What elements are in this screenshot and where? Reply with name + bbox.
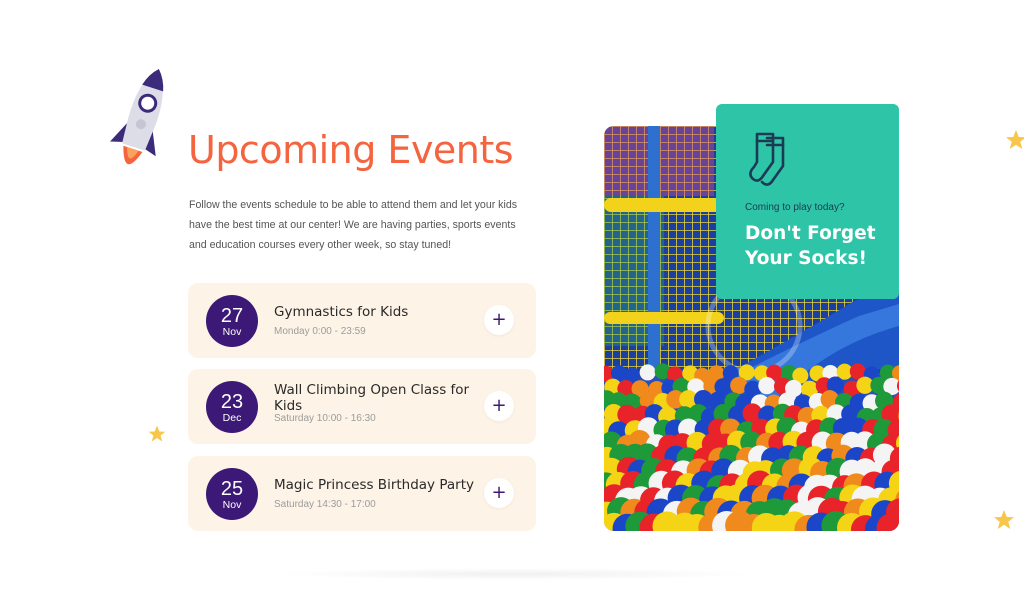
intro-text: Follow the events schedule to be able to… — [189, 199, 518, 251]
date-month: Dec — [222, 412, 242, 424]
star-icon — [148, 425, 166, 442]
date-month: Nov — [222, 326, 242, 338]
event-title[interactable]: Magic Princess Birthday Party — [274, 477, 504, 493]
event-time: Saturday 10:00 - 16:30 — [274, 413, 376, 424]
event-card[interactable]: 25 Nov Magic Princess Birthday Party Sat… — [188, 456, 536, 531]
callout-subtitle: Coming to play today? — [745, 202, 845, 213]
socks-icon — [749, 132, 785, 186]
event-title[interactable]: Gymnastics for Kids — [274, 304, 484, 320]
star-icon — [994, 510, 1014, 529]
event-card[interactable]: 23 Dec Wall Climbing Open Class for Kids… — [188, 369, 536, 444]
date-badge: 25 Nov — [206, 468, 258, 520]
star-icon — [1006, 130, 1024, 149]
rocket-icon — [110, 68, 164, 165]
socks-reminder-card: Coming to play today? Don't Forget Your … — [716, 104, 899, 299]
event-card[interactable]: 27 Nov Gymnastics for Kids Monday 0:00 -… — [188, 283, 536, 358]
callout-title: Don't Forget Your Socks! — [745, 223, 876, 269]
date-badge: 27 Nov — [206, 295, 258, 347]
expand-event-button[interactable]: + — [484, 478, 514, 508]
date-day: 25 — [220, 478, 244, 500]
section-divider — [270, 568, 760, 580]
event-title[interactable]: Wall Climbing Open Class for Kids — [274, 382, 474, 414]
expand-event-button[interactable]: + — [484, 391, 514, 421]
date-day: 23 — [220, 391, 244, 413]
event-time: Monday 0:00 - 23:59 — [274, 326, 366, 337]
event-time: Saturday 14:30 - 17:00 — [274, 499, 376, 510]
date-month: Nov — [222, 499, 242, 511]
page-title: Upcoming Events — [188, 128, 514, 172]
date-day: 27 — [220, 305, 244, 327]
date-badge: 23 Dec — [206, 381, 258, 433]
expand-event-button[interactable]: + — [484, 305, 514, 335]
